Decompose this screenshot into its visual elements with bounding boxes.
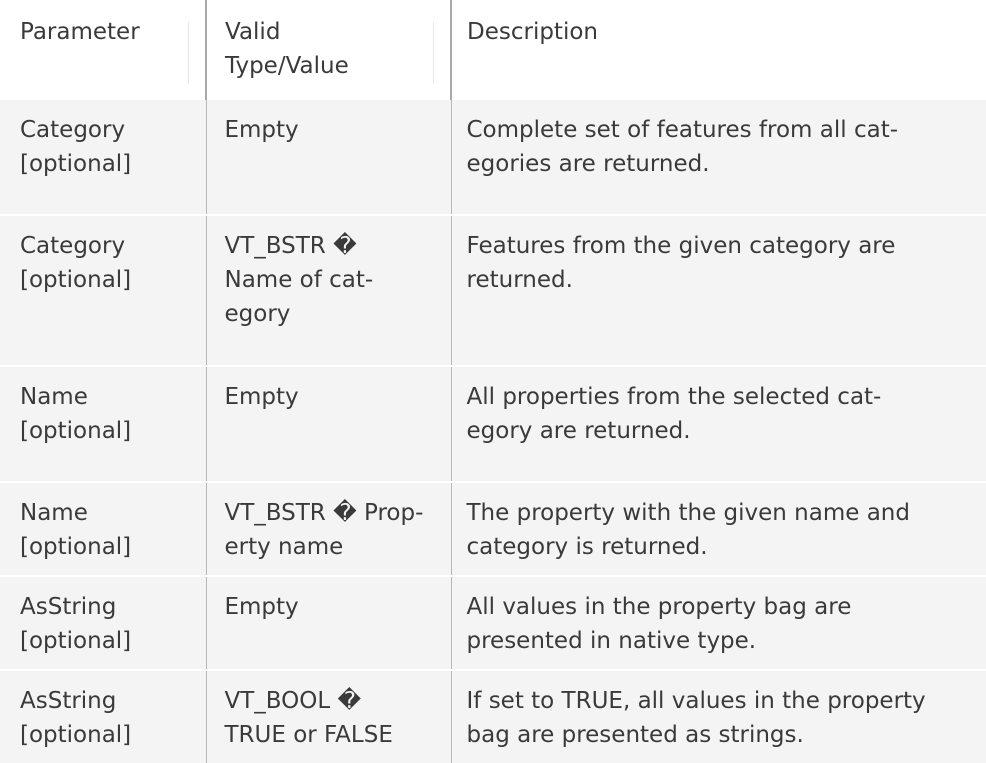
description-cell: All values in the property bag are prese… (450, 575, 986, 670)
description-text: If set to TRUE, all values in the proper… (466, 688, 926, 748)
table-row: Name [optional] Empty All properties fro… (0, 365, 986, 482)
value-cell: Empty (205, 98, 451, 215)
parameter-table: Parameter Valid Type/Value Description C… (0, 0, 986, 763)
parameter-cell: AsString [optional] (0, 575, 206, 670)
table-row: AsString [optional] Empty All values in … (0, 575, 986, 670)
table-header-row: Parameter Valid Type/Value Description (0, 0, 986, 99)
description-text: All values in the property bag are prese… (466, 594, 852, 654)
parameter-cell: Name [optional] (0, 481, 206, 576)
value-text: VT_BSTR � Name of cat- egory (224, 233, 374, 327)
value-cell: Empty (205, 365, 451, 482)
column-header-parameter: Parameter (0, 0, 206, 99)
description-cell: Features from the given category are ret… (450, 214, 986, 366)
parameter-text: AsString [optional] (20, 688, 132, 748)
column-header-label: Valid Type/Value (225, 19, 349, 79)
column-header-description: Description (450, 0, 986, 99)
value-text: Empty (224, 594, 299, 620)
column-header-valid-type: Valid Type/Value (205, 0, 451, 99)
value-text: VT_BOOL � TRUE or FALSE (224, 688, 393, 748)
value-text: VT_BSTR � Prop- erty name (224, 500, 424, 560)
table-row: Category [optional] Empty Complete set o… (0, 98, 986, 215)
value-cell: VT_BSTR � Name of cat- egory (205, 214, 451, 366)
parameter-cell: Category [optional] (0, 98, 206, 215)
description-text: The property with the given name and cat… (466, 500, 910, 560)
description-cell: If set to TRUE, all values in the proper… (450, 669, 986, 763)
table-row: Name [optional] VT_BSTR � Prop- erty nam… (0, 481, 986, 576)
description-cell: The property with the given name and cat… (450, 481, 986, 576)
description-text: Features from the given category are ret… (466, 233, 896, 293)
description-cell: Complete set of features from all cat- e… (450, 98, 986, 215)
value-text: Empty (224, 117, 299, 143)
description-cell: All properties from the selected cat- eg… (450, 365, 986, 482)
description-text: Complete set of features from all cat- e… (466, 117, 899, 177)
value-text: Empty (224, 384, 299, 410)
description-text: All properties from the selected cat- eg… (466, 384, 882, 444)
table-row: AsString [optional] VT_BOOL � TRUE or FA… (0, 669, 986, 763)
column-divider (433, 22, 434, 84)
value-cell: VT_BOOL � TRUE or FALSE (205, 669, 451, 763)
parameter-text: AsString [optional] (20, 594, 132, 654)
column-header-label: Parameter (20, 19, 140, 45)
table-row: Category [optional] VT_BSTR � Name of ca… (0, 214, 986, 366)
parameter-cell: Category [optional] (0, 214, 206, 366)
value-cell: VT_BSTR � Prop- erty name (205, 481, 451, 576)
parameter-cell: Name [optional] (0, 365, 206, 482)
parameter-text: Category [optional] (20, 233, 132, 293)
parameter-text: Name [optional] (20, 500, 132, 560)
value-cell: Empty (205, 575, 451, 670)
column-header-label: Description (467, 19, 598, 45)
parameter-text: Name [optional] (20, 384, 132, 444)
parameter-cell: AsString [optional] (0, 669, 206, 763)
column-divider (188, 22, 189, 84)
parameter-text: Category [optional] (20, 117, 132, 177)
